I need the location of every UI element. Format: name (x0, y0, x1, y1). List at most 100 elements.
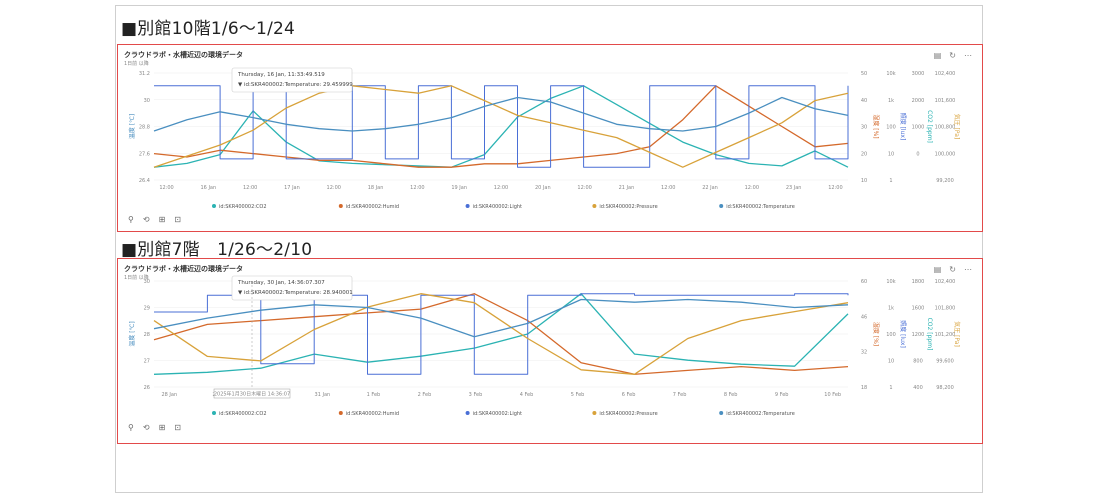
legend-label: id:SKR400002:Pressure (599, 204, 657, 210)
x-tick-label: 12:00 (327, 185, 341, 191)
right-axis-title: 湿度 [%] (872, 322, 880, 346)
right-axis-tick-label: 1000 (912, 125, 925, 131)
right-axis-tick-label: 10k (886, 279, 895, 285)
x-tick-label: 19 Jan (451, 185, 467, 191)
crosshair-label: 2025年1月30日木曜日 14:36:07 (214, 391, 290, 398)
legend-label: id:SKR400002:Humid (346, 204, 399, 210)
right-axis-tick-label: 10 (888, 151, 894, 157)
right-axis-title: 照度 [lux] (899, 113, 907, 141)
y-axis-title: 温度 [℃] (128, 114, 136, 139)
legend-label: id:SKR400002:Light (473, 411, 522, 417)
y-tick-label: 29 (144, 306, 150, 312)
series-line (153, 298, 849, 338)
right-axis-title: CO2 [ppm] (926, 110, 933, 143)
legend-marker (719, 204, 724, 208)
chart-1-plot[interactable]: 31.23028.827.626.4温度 [℃]5040302010湿度 [%]… (118, 45, 983, 232)
y-tick-label: 27.6 (139, 151, 150, 157)
right-axis-tick-label: 101,200 (935, 332, 956, 338)
right-axis-tick-label: 40 (861, 98, 867, 104)
chart-bottom-tools: ⚲ ⟲ ⊞ ⊡ (128, 215, 181, 224)
right-axis-tick-label: 99,200 (936, 178, 954, 184)
x-tick-label: 5 Feb (571, 392, 585, 398)
legend-label: id:SKR400002:Temperature (726, 204, 795, 210)
tooltip-time: Thursday, 30 Jan, 14:36:07.307 (237, 280, 325, 286)
legend-marker (212, 204, 216, 208)
y-tick-label: 28 (144, 332, 150, 338)
legend-marker (212, 411, 216, 415)
right-axis-tick-label: 10 (888, 359, 894, 365)
right-axis-tick-label: 1800 (912, 279, 925, 285)
legend-label: id:SKR400002:Temperature (726, 411, 795, 417)
x-tick-label: 12:00 (828, 185, 842, 191)
x-tick-label: 8 Feb (724, 392, 738, 398)
x-tick-label: 2 Feb (418, 392, 432, 398)
legend-label: id:SKR400002:Humid (346, 411, 399, 417)
right-axis-tick-label: 10k (886, 71, 895, 77)
right-axis-tick-label: 100,800 (935, 125, 956, 131)
x-tick-label: 12:00 (494, 185, 508, 191)
x-tick-label: 18 Jan (368, 185, 384, 191)
legend-marker (465, 204, 470, 208)
x-tick-label: 7 Feb (673, 392, 687, 398)
export-icon[interactable]: ⊞ (159, 215, 166, 224)
y-tick-label: 26.4 (139, 178, 150, 184)
x-tick-label: 12:00 (745, 185, 759, 191)
x-tick-label: 3 Feb (469, 392, 483, 398)
download-icon[interactable]: ⊡ (174, 423, 181, 432)
section-heading-2: ■別館7階 1/26～2/10 (121, 240, 313, 260)
right-axis-tick-label: 1k (888, 98, 894, 104)
reset-zoom-icon[interactable]: ⟲ (143, 215, 150, 224)
y-tick-label: 30 (144, 98, 150, 104)
legend-marker (465, 411, 470, 415)
right-axis-title: 気圧 [Pa] (953, 321, 961, 347)
x-tick-label: 20 Jan (535, 185, 551, 191)
y-tick-label: 31.2 (139, 71, 150, 77)
right-axis-tick-label: 0 (916, 151, 919, 157)
right-axis-tick-label: 46 (861, 314, 867, 320)
chart-2-plot[interactable]: 30 29 28 27 26 温度 [℃] 60 46 32 18 湿度 [%] 10k 1k 100 10… (118, 259, 983, 444)
right-axis-tick-label: 3000 (912, 71, 925, 77)
legend-marker (592, 411, 597, 415)
reset-zoom-icon[interactable]: ⟲ (143, 423, 150, 432)
right-axis-title: CO2 [ppm] (926, 318, 933, 351)
x-tick-label: 10 Feb (824, 392, 841, 398)
right-axis-tick-label: 1200 (912, 332, 925, 338)
right-axis-tick-label: 100,000 (935, 151, 956, 157)
right-axis-tick-label: 99,600 (936, 359, 954, 365)
right-axis-tick-label: 800 (913, 359, 923, 365)
right-axis-tick-label: 2000 (912, 98, 925, 104)
legend-label: id:SKR400002:CO2 (219, 411, 267, 417)
zoom-icon[interactable]: ⚲ (128, 423, 134, 432)
tooltip-series: ▼ id:SKR400002:Temperature: 28.940001 (238, 290, 353, 296)
right-axis-tick-label: 102,400 (935, 71, 956, 77)
zoom-icon[interactable]: ⚲ (128, 215, 134, 224)
y-axis-title: 温度 [℃] (128, 321, 136, 346)
right-axis-title: 照度 [lux] (899, 320, 907, 348)
x-tick-label: 22 Jan (702, 185, 718, 191)
download-icon[interactable]: ⊡ (174, 215, 181, 224)
right-axis-tick-label: 102,400 (935, 279, 956, 285)
y-tick-label: 28.8 (139, 125, 150, 131)
x-tick-label: 1 Feb (367, 392, 381, 398)
right-axis-tick-label: 98,200 (936, 385, 954, 391)
right-axis-tick-label: 10 (861, 178, 867, 184)
x-tick-label: 12:00 (661, 185, 675, 191)
right-axis-tick-label: 1 (889, 385, 892, 391)
right-axis-tick-label: 1k (888, 306, 894, 312)
tooltip-series: ▼ id:SKR400002:Temperature: 29.459999 (238, 82, 353, 88)
x-tick-label: 12:00 (243, 185, 257, 191)
right-axis-tick-label: 20 (861, 151, 867, 157)
x-tick-label: 23 Jan (786, 185, 802, 191)
right-axis-tick-label: 400 (913, 385, 923, 391)
right-axis-tick-label: 100 (886, 332, 896, 338)
right-axis-tick-label: 1600 (912, 306, 925, 312)
chart-panel-2: クラウドラボ・水槽近辺の環境データ 1日前 以降 ▤ ↻ ⋯ 30 29 28 27 2… (117, 258, 983, 444)
export-icon[interactable]: ⊞ (159, 423, 166, 432)
x-tick-label: 12:00 (577, 185, 591, 191)
right-axis-tick-label: 18 (861, 385, 867, 391)
right-axis-title: 湿度 [%] (872, 114, 880, 138)
x-tick-label: 6 Feb (622, 392, 636, 398)
chart-panel-1: クラウドラボ・水槽近辺の環境データ 1日前 以降 ▤ ↻ ⋯ 31.2 30 28.… (117, 44, 983, 232)
legend-marker (719, 411, 724, 415)
right-axis-tick-label: 101,600 (935, 98, 956, 104)
